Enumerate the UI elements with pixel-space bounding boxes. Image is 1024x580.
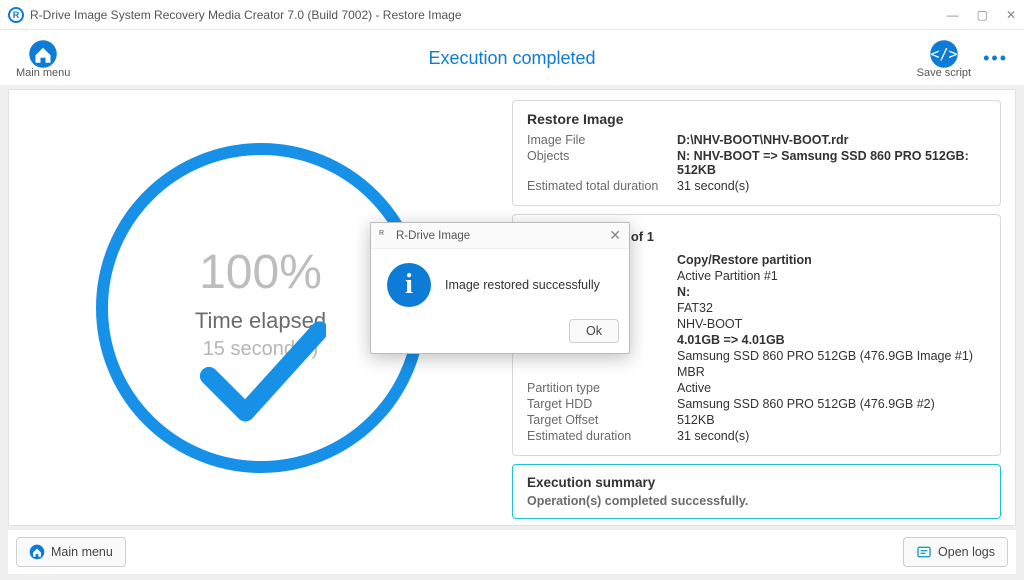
home-icon [28,39,58,69]
app-icon: R [8,7,24,23]
dialog-ok-button[interactable]: Ok [569,319,619,343]
dialog-ok-label: Ok [586,324,602,338]
toff-key: Target Offset [527,413,677,427]
save-script-label: Save script [917,67,971,79]
summary-text: Operation(s) completed successfully. [527,494,986,508]
ed-key: Estimated duration [527,429,677,443]
ptype-value: Active [677,381,986,395]
objects-value: N: NHV-BOOT => Samsung SSD 860 PRO 512GB… [677,149,986,177]
objects-key: Objects [527,149,677,177]
window-title: R-Drive Image System Recovery Media Crea… [30,8,462,22]
thdd-value: Samsung SSD 860 PRO 512GB (476.9GB #2) [677,397,986,411]
op-detail: Samsung SSD 860 PRO 512GB (476.9GB Image… [677,349,986,363]
op-detail: MBR [677,365,986,379]
dialog-close-icon[interactable]: ✕ [609,227,621,244]
main-menu-label: Main menu [16,67,70,79]
dialog-titlebar: R R-Drive Image ✕ [371,223,629,249]
op-detail: 4.01GB => 4.01GB [677,333,986,347]
footer-main-menu-label: Main menu [51,545,113,559]
etd-value: 31 second(s) [677,179,986,193]
thdd-key: Target HDD [527,397,677,411]
etd-key: Estimated total duration [527,179,677,193]
restore-heading: Restore Image [527,111,986,127]
home-icon [29,544,45,560]
operation-value: Copy/Restore partition [677,253,986,267]
page-title: Execution completed [0,48,1024,69]
minimize-icon[interactable]: — [947,8,959,22]
main-menu-button[interactable]: Main menu [16,39,70,79]
app-icon: R [379,230,391,242]
window-titlebar: R R-Drive Image System Recovery Media Cr… [0,0,1024,30]
image-file-key: Image File [527,133,677,147]
open-logs-button[interactable]: Open logs [903,537,1008,567]
progress-percent: 100% [199,245,322,300]
footer: Main menu Open logs [8,530,1016,574]
logs-icon [916,544,932,560]
ptype-key: Partition type [527,381,677,395]
more-menu-button[interactable]: ••• [983,48,1008,69]
maximize-icon[interactable]: ▢ [977,8,988,22]
summary-heading: Execution summary [527,475,986,490]
execution-summary: Execution summary Operation(s) completed… [512,464,1001,519]
toff-value: 512KB [677,413,986,427]
close-icon[interactable]: ✕ [1006,8,1016,22]
op-detail: NHV-BOOT [677,317,986,331]
svg-text:</>: </> [930,45,957,63]
save-script-button[interactable]: </> Save script [917,39,971,79]
op-detail: FAT32 [677,301,986,315]
code-icon: </> [929,39,959,69]
open-logs-label: Open logs [938,545,995,559]
checkmark-icon [196,321,326,431]
dialog-message: Image restored successfully [445,278,600,292]
op-detail: N: [677,285,986,299]
dialog-title: R-Drive Image [396,230,470,242]
toolbar: Main menu Execution completed </> Save s… [0,30,1024,85]
restore-image-panel: Restore Image Image FileD:\NHV-BOOT\NHV-… [512,100,1001,206]
image-file-value: D:\NHV-BOOT\NHV-BOOT.rdr [677,133,986,147]
info-icon: i [387,263,431,307]
footer-main-menu-button[interactable]: Main menu [16,537,126,567]
info-dialog: R R-Drive Image ✕ i Image restored succe… [370,222,630,354]
ed-value: 31 second(s) [677,429,986,443]
op-detail: Active Partition #1 [677,269,986,283]
